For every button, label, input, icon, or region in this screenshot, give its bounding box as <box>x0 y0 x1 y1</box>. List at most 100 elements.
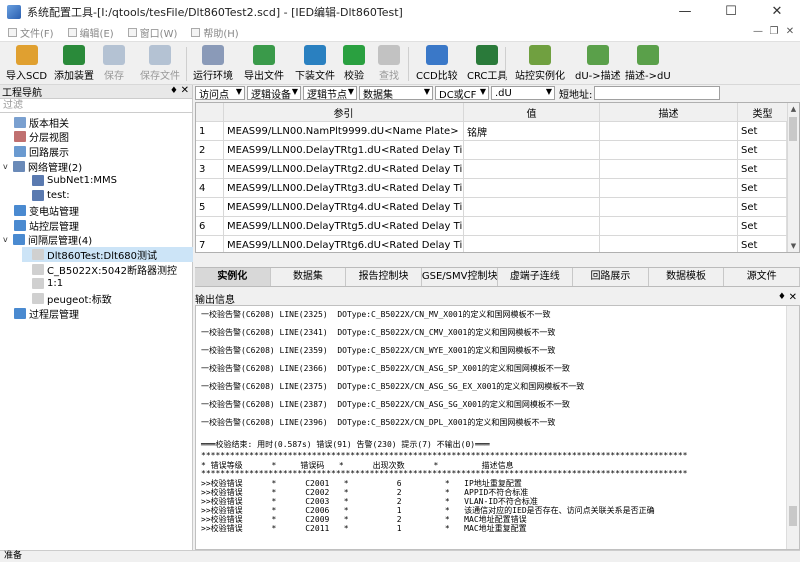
table-cell[interactable] <box>600 179 738 197</box>
toolbar-button-12[interactable]: dU->描述 <box>575 45 621 83</box>
scrollbar-thumb[interactable] <box>789 506 797 526</box>
table-cell[interactable]: Set <box>738 160 788 178</box>
toolbar-button-10[interactable]: CRC工具 <box>467 45 507 83</box>
table-cell[interactable] <box>600 217 738 235</box>
table-cell[interactable] <box>464 217 600 235</box>
toolbar-button-1[interactable]: 添加装置 <box>54 45 94 83</box>
table-cell[interactable]: MEAS99/LLN00.NamPlt9999.dU<Name Plate> <box>224 122 464 140</box>
tree-node[interactable]: 回路展示 <box>4 144 69 159</box>
table-row[interactable]: 5 MEAS99/LLN00.DelayTRtg4.dU<Rated Delay … <box>196 198 788 217</box>
table-row[interactable]: 2 MEAS99/LLN00.DelayTRtg1.dU<Rated Delay … <box>196 141 788 160</box>
table-cell[interactable]: MEAS99/LLN00.DelayTRtg6.dU<Rated Delay T… <box>224 236 464 252</box>
table-cell[interactable]: 3 <box>196 160 224 178</box>
tree-node[interactable]: 变电站管理 <box>4 203 79 218</box>
toolbar-button-3[interactable]: 保存文件 <box>140 45 180 83</box>
access-point-select[interactable]: 访问点 ▼ <box>195 86 245 101</box>
navigator-close-button[interactable]: ✕ <box>181 85 189 96</box>
tree-node[interactable]: Dlt860Test:Dlt680测试 <box>22 247 193 262</box>
table-row[interactable]: 6 MEAS99/LLN00.DelayTRtg5.dU<Rated Delay … <box>196 217 788 236</box>
table-cell[interactable]: 5 <box>196 198 224 216</box>
scroll-down-icon[interactable]: ▼ <box>787 240 799 252</box>
table-cell[interactable] <box>600 198 738 216</box>
table-cell[interactable]: 6 <box>196 217 224 235</box>
tab-5[interactable]: 回路展示 <box>573 268 649 286</box>
tab-1[interactable]: 数据集 <box>271 268 347 286</box>
toolbar-button-4[interactable]: 运行环境 <box>193 45 233 83</box>
table-cell[interactable]: 4 <box>196 179 224 197</box>
pin-icon[interactable]: ♦ <box>778 292 786 302</box>
table-cell[interactable]: 7 <box>196 236 224 252</box>
table-row[interactable]: 7 MEAS99/LLN00.DelayTRtg6.dU<Rated Delay … <box>196 236 788 252</box>
table-cell[interactable] <box>464 179 600 197</box>
output-close-button[interactable]: ✕ <box>789 292 797 303</box>
scrollbar-thumb[interactable] <box>789 117 797 141</box>
toolbar-button-5[interactable]: 导出文件 <box>244 45 284 83</box>
close-button[interactable]: ✕ <box>754 0 800 24</box>
dataset-select[interactable]: 数据集 ▼ <box>359 86 433 101</box>
toolbar-button-8[interactable]: 查找 <box>378 45 400 83</box>
tree-node[interactable]: v 间隔层管理(4) <box>3 232 92 247</box>
table-cell[interactable]: Set <box>738 198 788 216</box>
table-cell[interactable]: MEAS99/LLN00.DelayTRtg3.dU<Rated Delay T… <box>224 179 464 197</box>
table-cell[interactable]: Set <box>738 217 788 235</box>
menu-edit[interactable]: 编辑(E) <box>67 25 114 40</box>
table-cell[interactable] <box>600 122 738 140</box>
tree-node[interactable]: 分层视图 <box>4 129 69 144</box>
toolbar-button-2[interactable]: 保存 <box>103 45 125 83</box>
menu-file[interactable]: 文件(F) <box>8 25 54 40</box>
table-cell[interactable]: MEAS99/LLN00.DelayTRtg5.dU<Rated Delay T… <box>224 217 464 235</box>
table-cell[interactable] <box>600 141 738 159</box>
tree-node[interactable]: SubNet1:MMS <box>22 173 117 188</box>
tab-2[interactable]: 报告控制块 <box>346 268 422 286</box>
table-cell[interactable]: 铭牌 <box>464 122 600 140</box>
tab-0[interactable]: 实例化 <box>195 268 271 286</box>
toolbar-button-9[interactable]: CCD比较 <box>416 45 458 83</box>
table-cell[interactable]: Set <box>738 122 788 140</box>
table-cell[interactable]: MEAS99/LLN00.DelayTRtg1.dU<Rated Delay T… <box>224 141 464 159</box>
tree-node[interactable]: 版本相关 <box>4 115 69 130</box>
mdi-minimize-button[interactable]: — <box>752 26 764 37</box>
tab-3[interactable]: GSE/SMV控制块 <box>422 268 498 286</box>
navigator-filter-input[interactable]: 过滤 <box>0 99 192 113</box>
menu-window[interactable]: 窗口(W) <box>127 25 177 40</box>
tab-7[interactable]: 源文件 <box>724 268 800 286</box>
toolbar-button-6[interactable]: 下装文件 <box>295 45 335 83</box>
table-cell[interactable] <box>600 160 738 178</box>
tab-4[interactable]: 虚端子连线 <box>498 268 574 286</box>
tree-node[interactable]: 站控层管理 <box>4 218 79 233</box>
suffix-select[interactable]: .dU ▼ <box>491 86 555 100</box>
tree-node[interactable]: 过程层管理 <box>4 306 79 321</box>
tab-6[interactable]: 数据模板 <box>649 268 725 286</box>
mdi-close-button[interactable]: ✕ <box>784 26 796 37</box>
tree-toggle-icon[interactable]: v <box>3 235 11 244</box>
pin-icon[interactable]: ♦ <box>170 86 178 96</box>
toolbar-button-11[interactable]: 站控实例化 <box>515 45 565 83</box>
table-cell[interactable] <box>464 198 600 216</box>
table-cell[interactable]: MEAS99/LLN00.DelayTRtg4.dU<Rated Delay T… <box>224 198 464 216</box>
tree-node[interactable]: v 网络管理(2) <box>3 159 82 174</box>
table-row[interactable]: 3 MEAS99/LLN00.DelayTRtg2.dU<Rated Delay … <box>196 160 788 179</box>
table-cell[interactable] <box>600 236 738 252</box>
table-cell[interactable]: Set <box>738 141 788 159</box>
mdi-restore-button[interactable]: ❐ <box>768 26 780 37</box>
tree-node[interactable]: 1:1 <box>22 276 63 291</box>
tree-node[interactable]: peugeot:标致 <box>22 291 112 306</box>
table-cell[interactable]: MEAS99/LLN00.DelayTRtg2.dU<Rated Delay T… <box>224 160 464 178</box>
table-row[interactable]: 1 MEAS99/LLN00.NamPlt9999.dU<Name Plate> 铭… <box>196 122 788 141</box>
logical-device-select[interactable]: 逻辑设备 ▼ <box>247 86 301 101</box>
table-cell[interactable] <box>464 236 600 252</box>
tree-toggle-icon[interactable]: v <box>3 162 11 171</box>
short-address-input[interactable] <box>594 86 721 100</box>
menu-help[interactable]: 帮助(H) <box>191 25 239 40</box>
maximize-button[interactable]: ☐ <box>708 0 754 24</box>
logical-node-select[interactable]: 逻辑节点 ▼ <box>303 86 357 101</box>
table-cell[interactable]: 1 <box>196 122 224 140</box>
table-cell[interactable]: Set <box>738 179 788 197</box>
toolbar-button-0[interactable]: 导入SCD <box>6 45 47 83</box>
tree-node[interactable]: C_B5022X:5042断路器测控 <box>22 262 177 277</box>
minimize-button[interactable]: — <box>662 0 708 24</box>
fc-select[interactable]: DC或CF ▼ <box>435 86 489 101</box>
scroll-up-icon[interactable]: ▲ <box>787 103 799 115</box>
table-cell[interactable] <box>464 160 600 178</box>
table-cell[interactable] <box>464 141 600 159</box>
